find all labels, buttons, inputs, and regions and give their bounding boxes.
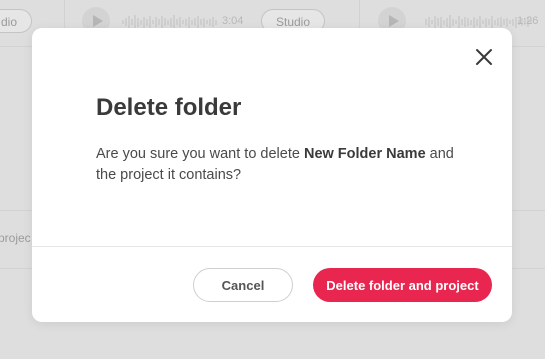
dialog-message: Are you sure you want to delete New Fold… <box>96 144 466 186</box>
background-duration: 1:26 <box>517 15 539 27</box>
cancel-button[interactable]: Cancel <box>193 268 293 302</box>
dialog-message-prefix: Are you sure you want to delete <box>96 146 304 162</box>
delete-folder-dialog: Delete folder Are you sure you want to d… <box>32 28 512 322</box>
background-pill: dio <box>0 9 33 33</box>
background-duration: 3:04 <box>222 15 244 27</box>
close-icon <box>476 49 492 65</box>
close-button[interactable] <box>472 45 496 69</box>
background-project-label: projec <box>0 231 31 245</box>
folder-name: New Folder Name <box>303 146 426 162</box>
delete-folder-and-project-button[interactable]: Delete folder and project <box>313 268 492 302</box>
dialog-divider <box>32 246 512 247</box>
dialog-title: Delete folder <box>96 94 242 121</box>
